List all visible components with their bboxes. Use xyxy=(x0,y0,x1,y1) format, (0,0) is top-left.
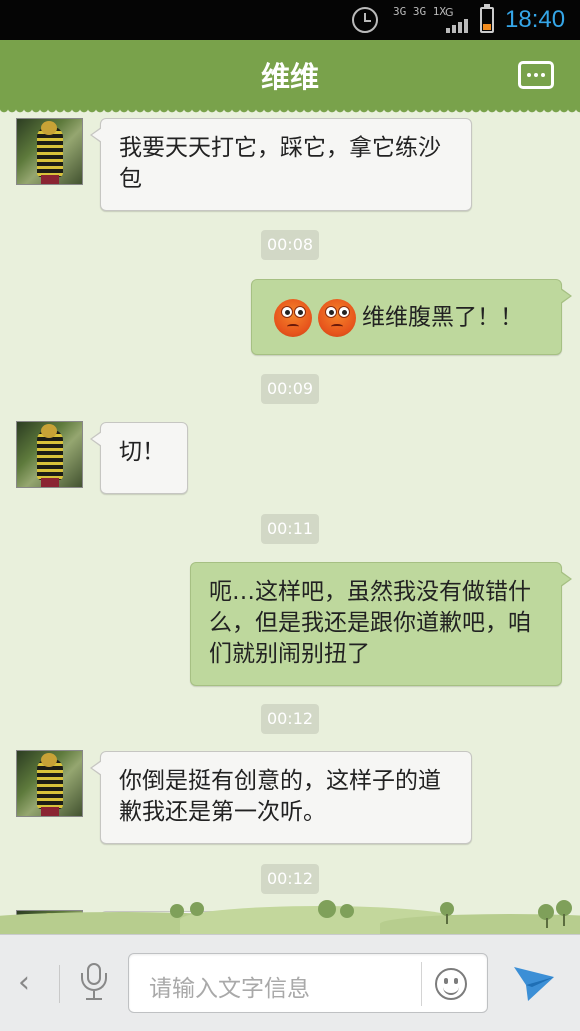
status-time: 18:40 xyxy=(505,6,566,33)
chat-title: 维维 xyxy=(260,60,319,94)
back-chevron-icon[interactable]: ‹ xyxy=(18,965,30,1000)
chat-list[interactable]: 我要天天打它，踩它，拿它练沙包 00:08 维维腹黑了！！ 00:09 切！ 0… xyxy=(0,108,580,934)
more-dots-icon[interactable] xyxy=(518,61,554,89)
timestamp: 00:11 xyxy=(261,514,319,544)
chat-background-landscape xyxy=(0,890,580,934)
message-bubble-incoming[interactable]: 你倒是挺有创意的，这样子的道歉我还是第一次听。 xyxy=(90,751,472,844)
status-bar: 3G 3G 1X G 18:40 xyxy=(0,0,580,40)
alarm-icon xyxy=(352,7,378,33)
message-text: 我要天天打它，踩它，拿它练沙包 xyxy=(119,135,441,192)
input-bar: ‹ 请输入文字信息 xyxy=(0,934,580,1031)
timestamp: 00:12 xyxy=(261,704,319,734)
smiley-icon[interactable] xyxy=(435,968,467,1000)
avatar[interactable] xyxy=(16,118,83,185)
message-input[interactable]: 请输入文字信息 xyxy=(128,953,488,1013)
avatar[interactable] xyxy=(16,421,83,488)
battery-icon xyxy=(480,4,494,33)
message-bubble-outgoing[interactable]: 呃…这样吧，虽然我没有做错什么，但是我还是跟你道歉吧，咱们就别闹别扭了 xyxy=(190,562,572,686)
message-bubble-incoming[interactable]: 切！ xyxy=(90,422,188,494)
message-text: 你倒是挺有创意的，这样子的道歉我还是第一次听。 xyxy=(119,768,441,825)
message-text: 切！ xyxy=(119,439,165,465)
network-type: 3G 3G 1X xyxy=(393,5,446,18)
timestamp: 00:08 xyxy=(261,230,319,260)
message-bubble-incoming[interactable]: 我要天天打它，踩它，拿它练沙包 xyxy=(90,118,472,211)
network-type-alt: G xyxy=(445,6,454,19)
send-icon[interactable] xyxy=(512,963,556,1003)
chat-header: 维维 xyxy=(0,40,580,116)
message-bubble-outgoing[interactable]: 维维腹黑了！！ xyxy=(251,279,572,355)
microphone-icon[interactable] xyxy=(80,963,108,1003)
angry-face-icon xyxy=(318,299,356,337)
message-text: 呃…这样吧，虽然我没有做错什么，但是我还是跟你道歉吧，咱们就别闹别扭了 xyxy=(209,579,531,667)
message-input-placeholder: 请输入文字信息 xyxy=(149,976,310,1002)
angry-face-icon xyxy=(274,299,312,337)
signal-icon xyxy=(446,19,470,33)
avatar[interactable] xyxy=(16,750,83,817)
message-text: 维维腹黑了！！ xyxy=(362,304,523,331)
timestamp: 00:09 xyxy=(261,374,319,404)
